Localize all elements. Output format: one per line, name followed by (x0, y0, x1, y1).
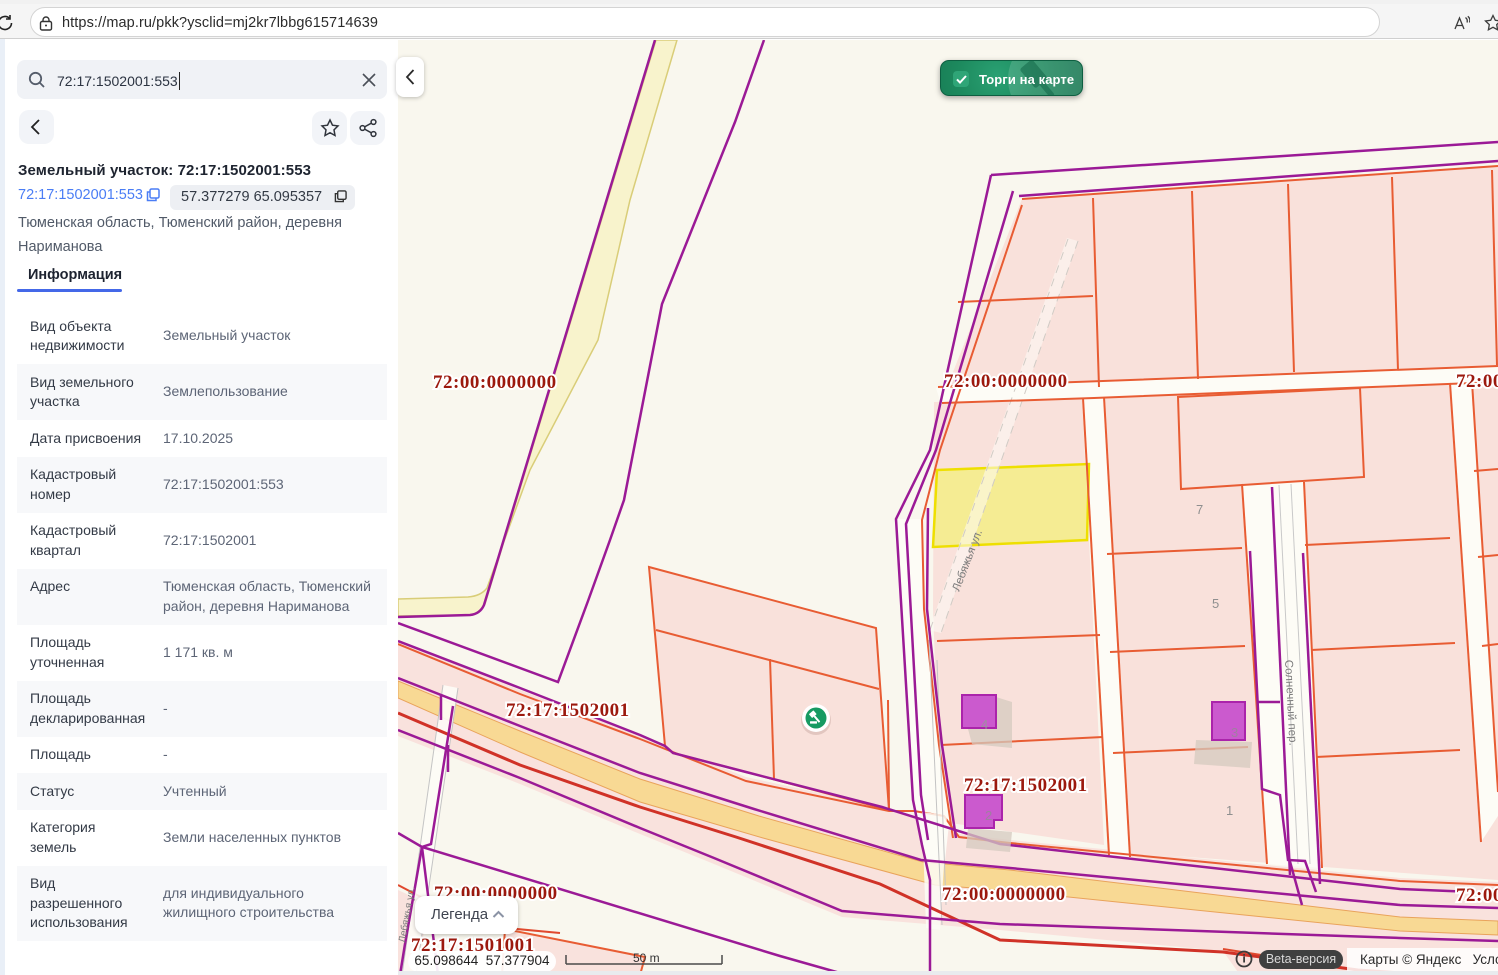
svg-text:5: 5 (1212, 596, 1219, 611)
svg-text:4: 4 (981, 717, 988, 732)
svg-text:72:17:1502001: 72:17:1502001 (506, 700, 630, 721)
svg-text:72:00:0000000: 72:00:0000000 (1456, 371, 1498, 392)
svg-text:2: 2 (985, 808, 992, 823)
svg-text:3: 3 (1231, 725, 1238, 740)
svg-text:72:17:1502001: 72:17:1502001 (964, 775, 1088, 796)
svg-text:72:00:0000000: 72:00:0000000 (1456, 885, 1498, 906)
svg-text:7: 7 (1196, 502, 1203, 517)
svg-text:72:00:0000000: 72:00:0000000 (944, 371, 1068, 392)
svg-text:50 m: 50 m (633, 951, 660, 965)
svg-text:72:00:0000000: 72:00:0000000 (433, 372, 557, 393)
svg-text:1: 1 (1226, 803, 1233, 818)
svg-text:72:00:0000000: 72:00:0000000 (942, 884, 1066, 905)
